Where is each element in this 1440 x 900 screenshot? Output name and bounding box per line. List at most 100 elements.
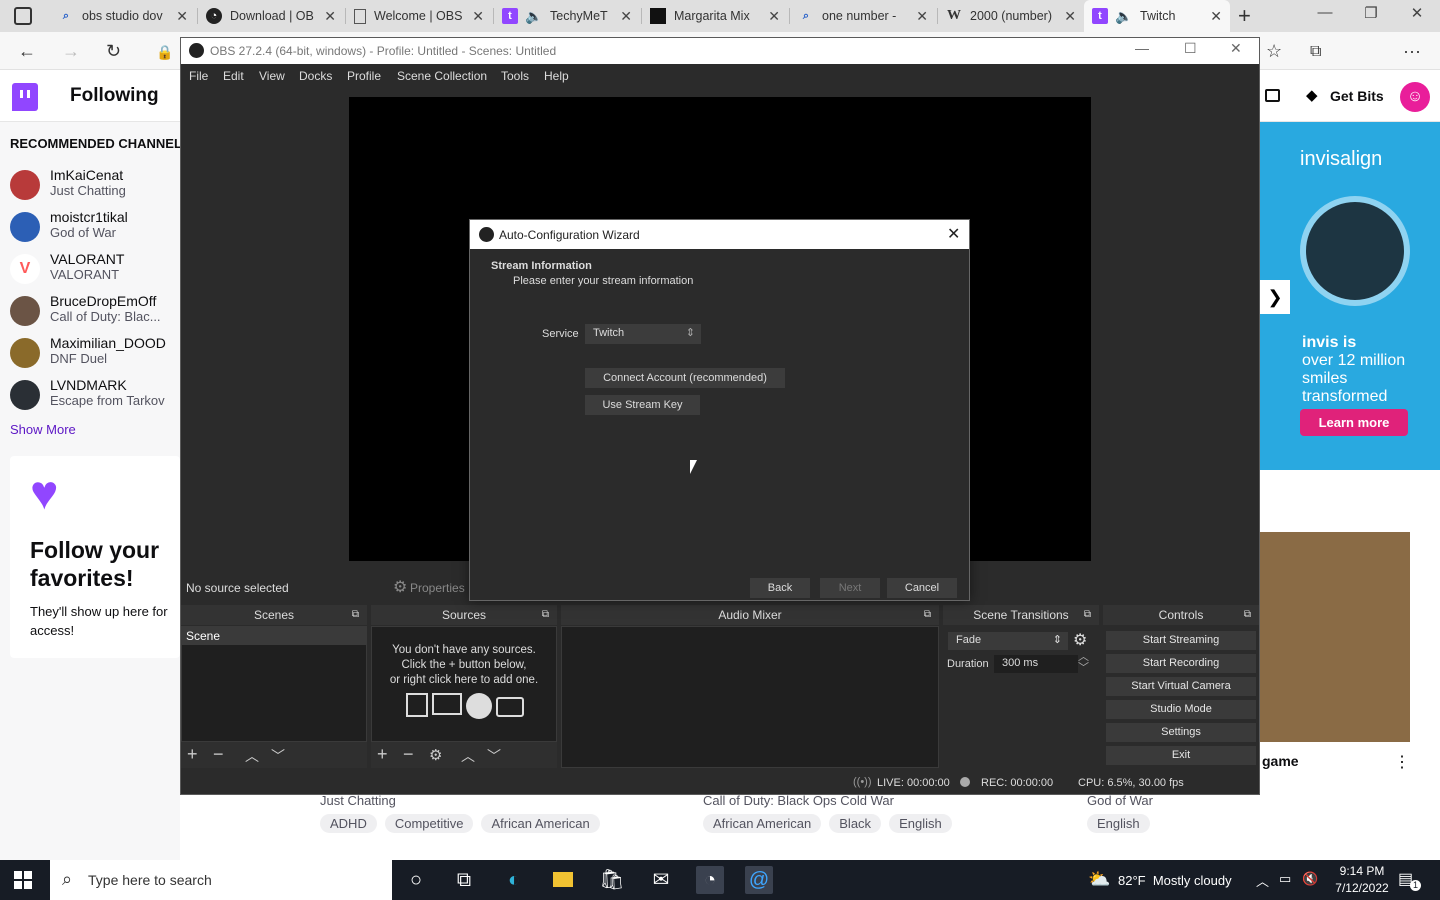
close-tab-icon[interactable]: ✕ — [472, 8, 484, 25]
tag[interactable]: Black — [829, 814, 882, 833]
learn-more-button[interactable]: Learn more — [1300, 409, 1408, 436]
menu-file[interactable]: File — [189, 69, 208, 83]
channel-item[interactable]: BruceDropEmOff Call of Duty: Blac... — [10, 293, 180, 331]
tag[interactable]: English — [889, 814, 952, 833]
undock-icon[interactable]: ⧉ — [1244, 605, 1251, 625]
use-stream-key-button[interactable]: Use Stream Key — [585, 395, 700, 415]
show-hidden-icon[interactable]: ︿ — [1256, 871, 1269, 890]
obs-taskbar-icon[interactable]: ◔ — [696, 866, 724, 894]
close-window-button[interactable]: ✕ — [1394, 4, 1440, 22]
properties-button[interactable]: Properties — [410, 581, 465, 595]
app-taskbar-icon[interactable]: @ — [745, 866, 773, 894]
user-avatar[interactable]: ☺ — [1400, 82, 1430, 112]
service-select[interactable]: Twitch ⇕ — [585, 324, 701, 344]
tag[interactable]: ADHD — [320, 814, 377, 833]
transition-select[interactable]: Fade ⇕ — [948, 632, 1068, 650]
menu-help[interactable]: Help — [544, 69, 569, 83]
channel-item[interactable]: V VALORANT VALORANT — [10, 251, 180, 289]
bottom-game-1[interactable]: Just Chatting — [320, 793, 396, 808]
close-icon[interactable]: ✕ — [947, 224, 960, 244]
menu-edit[interactable]: Edit — [223, 69, 244, 83]
edge-icon[interactable]: ◐ — [500, 866, 528, 894]
browser-tab[interactable]: Welcome | OBS ✕ — [346, 2, 492, 30]
channel-item[interactable]: ImKaiCenat Just Chatting — [10, 167, 180, 205]
show-more-link[interactable]: Show More — [10, 422, 76, 437]
start-virtual-camera-button[interactable]: Start Virtual Camera — [1106, 677, 1256, 696]
add-icon[interactable]: + — [377, 744, 388, 765]
menu-docks[interactable]: Docks — [299, 69, 332, 83]
weather-text[interactable]: 82°F Mostly cloudy — [1118, 873, 1232, 888]
more-icon[interactable]: ··· — [1403, 41, 1421, 62]
browser-tab[interactable]: Margarita Mix ✕ — [642, 2, 788, 30]
undock-icon[interactable]: ⧉ — [1084, 605, 1091, 625]
forward-icon[interactable]: → — [62, 41, 80, 62]
settings-button[interactable]: Settings — [1106, 723, 1256, 742]
duration-input[interactable]: 300 ms — [994, 655, 1078, 673]
menu-tools[interactable]: Tools — [501, 69, 529, 83]
start-icon[interactable] — [14, 871, 32, 889]
next-button[interactable]: Next — [820, 578, 880, 598]
undock-icon[interactable]: ⧉ — [542, 605, 549, 625]
browser-tab-active[interactable]: t 🔈 Twitch ✕ — [1084, 0, 1230, 32]
obs-minimize-button[interactable]: — — [1135, 40, 1149, 56]
channel-item[interactable]: LVNDMARK Escape from Tarkov — [10, 377, 180, 415]
add-icon[interactable]: + — [187, 744, 198, 765]
browser-tab[interactable]: W 2000 (number) ✕ — [938, 2, 1084, 30]
gear-icon[interactable]: ⚙ — [429, 746, 442, 764]
stream-more-icon[interactable]: ⋮ — [1394, 752, 1410, 772]
menu-scene-collection[interactable]: Scene Collection — [397, 69, 487, 83]
browser-tab[interactable]: t 🔈 TechyMeT ✕ — [494, 2, 640, 30]
stepper-icon[interactable]: ︿ ﹀ — [1078, 652, 1089, 674]
tag[interactable]: African American — [703, 814, 822, 833]
tag[interactable]: Competitive — [384, 814, 474, 833]
new-tab-button[interactable]: + — [1238, 3, 1251, 29]
back-icon[interactable]: ← — [18, 41, 36, 62]
bottom-game-3[interactable]: God of War — [1087, 793, 1153, 808]
carousel-next-button[interactable]: ❯ — [1260, 280, 1290, 314]
move-down-icon[interactable]: ﹀ — [487, 746, 501, 766]
exit-button[interactable]: Exit — [1106, 746, 1256, 765]
restore-button[interactable]: ❐ — [1348, 4, 1394, 22]
collections-icon[interactable]: ⧉ — [1310, 43, 1321, 61]
following-link[interactable]: Following — [70, 85, 159, 107]
studio-mode-button[interactable]: Studio Mode — [1106, 700, 1256, 719]
close-tab-icon[interactable]: ✕ — [324, 8, 336, 25]
obs-close-button[interactable]: ✕ — [1230, 40, 1242, 57]
remove-icon[interactable]: − — [403, 744, 414, 765]
connect-account-button[interactable]: Connect Account (recommended) — [585, 368, 785, 388]
undock-icon[interactable]: ⧉ — [352, 605, 359, 625]
channel-item[interactable]: Maximilian_DOOD DNF Duel — [10, 335, 180, 373]
speaker-icon[interactable]: 🔈 — [525, 8, 542, 24]
browser-tab[interactable]: ⌕ one number - ✕ — [790, 2, 936, 30]
clock-time[interactable]: 9:14 PM — [1332, 864, 1392, 878]
audio-mixer-panel[interactable] — [561, 626, 939, 768]
move-up-icon[interactable]: ︿ — [461, 746, 475, 766]
cancel-button[interactable]: Cancel — [887, 578, 957, 598]
favorites-icon[interactable]: ☆ — [1266, 41, 1282, 62]
twitch-logo-icon[interactable] — [12, 83, 38, 111]
mail-icon[interactable]: ✉ — [647, 866, 675, 894]
menu-view[interactable]: View — [259, 69, 285, 83]
store-icon[interactable]: 🛍 — [598, 866, 626, 894]
move-up-icon[interactable]: ︿ — [245, 746, 259, 766]
get-bits-button[interactable]: Get Bits — [1330, 88, 1384, 104]
close-tab-icon[interactable]: ✕ — [620, 8, 632, 25]
network-icon[interactable]: ▭ — [1279, 871, 1291, 887]
lock-icon[interactable]: 🔒 — [156, 44, 173, 61]
tag[interactable]: African American — [481, 814, 600, 833]
close-tab-icon[interactable]: ✕ — [916, 8, 928, 25]
gear-icon[interactable]: ⚙ — [1073, 630, 1087, 650]
start-recording-button[interactable]: Start Recording — [1106, 654, 1256, 673]
undock-icon[interactable]: ⧉ — [924, 605, 931, 625]
minimize-button[interactable]: — — [1302, 4, 1348, 21]
speaker-icon[interactable]: 🔈 — [1115, 8, 1132, 24]
start-streaming-button[interactable]: Start Streaming — [1106, 631, 1256, 650]
volume-muted-icon[interactable]: 🔇 — [1302, 871, 1318, 887]
remove-icon[interactable]: − — [213, 744, 224, 765]
scene-item[interactable]: Scene — [182, 627, 366, 645]
close-tab-icon[interactable]: ✕ — [1064, 8, 1076, 25]
tab-actions-icon[interactable] — [14, 7, 32, 25]
taskbar-search[interactable]: ⌕ Type here to search — [50, 860, 392, 900]
refresh-icon[interactable]: ↻ — [106, 41, 121, 62]
move-down-icon[interactable]: ﹀ — [271, 746, 285, 766]
